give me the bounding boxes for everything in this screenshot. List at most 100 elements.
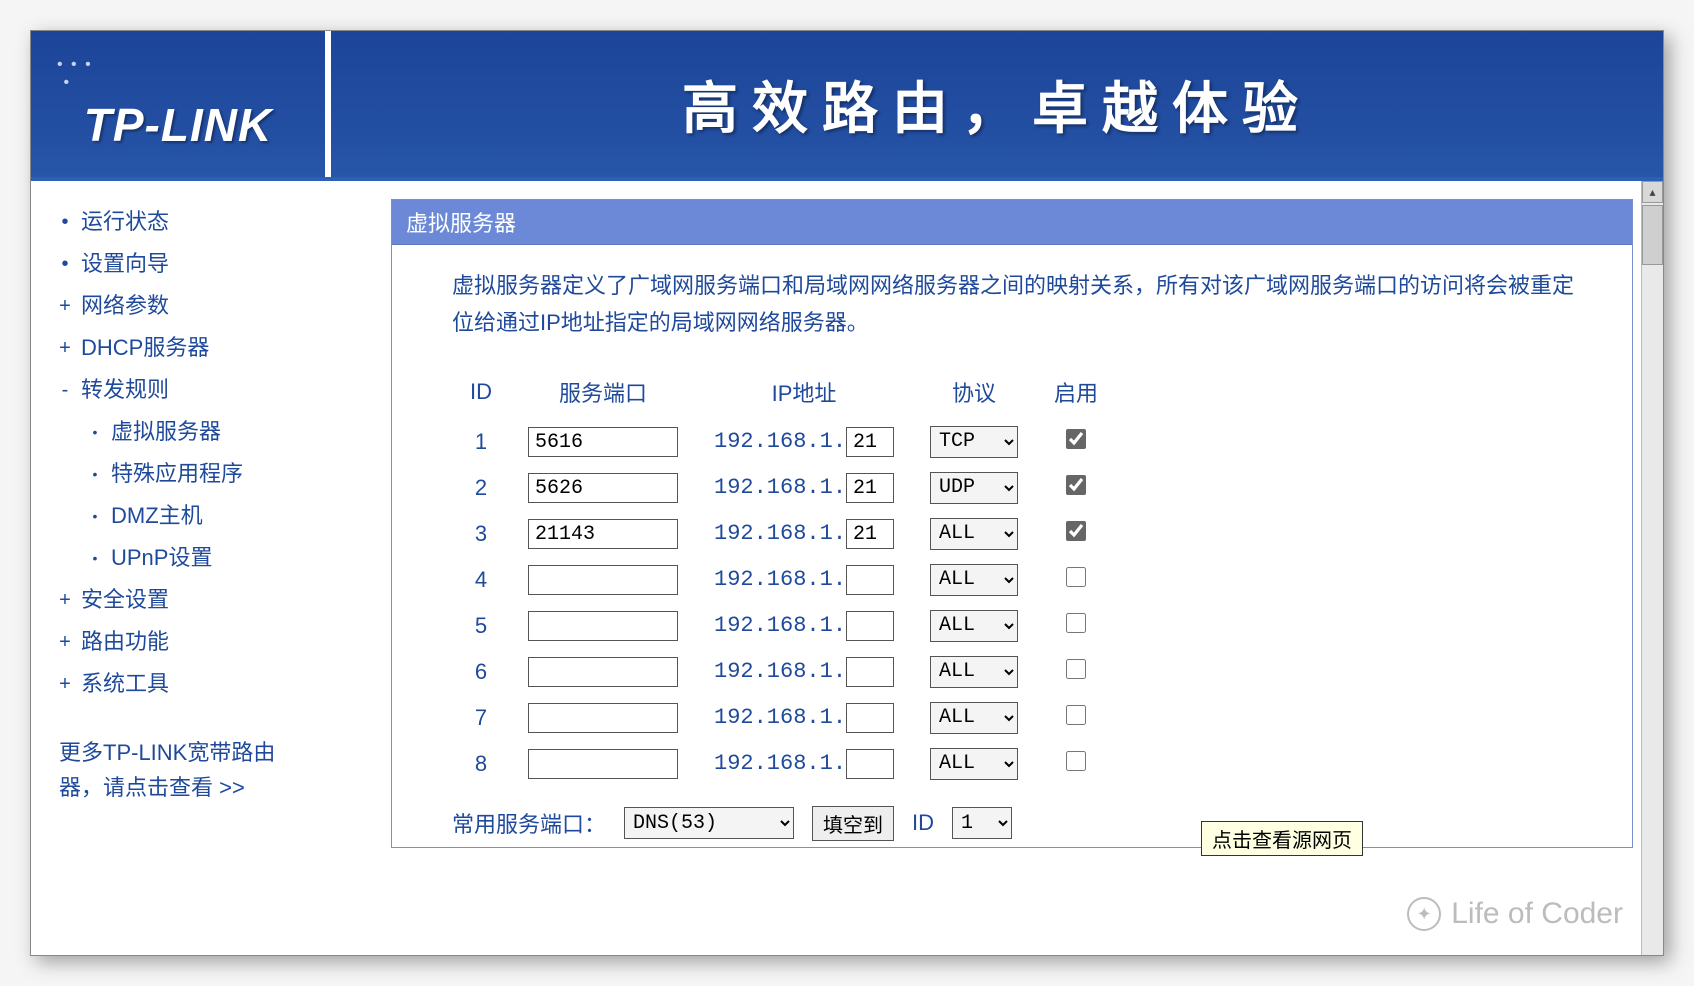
ip-last-octet-input[interactable] — [846, 611, 894, 641]
panel-title: 虚拟服务器 — [392, 200, 1632, 245]
row-id: 7 — [452, 700, 510, 736]
row-id: 8 — [452, 746, 510, 782]
expand-icon: + — [59, 632, 71, 652]
slogan-text: 高效路由，卓越体验 — [682, 64, 1312, 145]
protocol-select[interactable]: UDP — [930, 472, 1018, 504]
fill-id-select[interactable]: 1 — [952, 807, 1012, 839]
protocol-select[interactable]: ALL — [930, 610, 1018, 642]
col-enable: 启用 — [1036, 376, 1116, 414]
virtual-server-panel: 虚拟服务器 虚拟服务器定义了广域网服务端口和局域网网络服务器之间的映射关系，所有… — [391, 199, 1633, 848]
enable-checkbox[interactable] — [1066, 567, 1086, 587]
sidebar-item-9[interactable]: + 安全设置 — [59, 589, 331, 611]
sidebar-item-1[interactable]: •设置向导 — [59, 253, 331, 275]
common-port-select[interactable]: DNS(53) — [624, 807, 794, 839]
sidebar-item-0[interactable]: • 运行状态 — [59, 211, 331, 233]
dot-icon: • — [89, 551, 101, 565]
logo-text: TP-LINK — [84, 98, 272, 152]
service-port-input[interactable] — [528, 611, 678, 641]
ip-prefix: 192.168.1. — [714, 705, 846, 730]
col-port: 服务端口 — [510, 376, 696, 414]
sidebar-item-5[interactable]: •虚拟服务器 — [59, 421, 331, 443]
ip-prefix: 192.168.1. — [714, 475, 846, 500]
sidebar-item-label: 网络参数 — [81, 295, 169, 317]
table-row: 3192.168.1.ALL — [452, 516, 1116, 552]
dot-icon: • — [59, 212, 71, 232]
ip-last-octet-input[interactable] — [846, 427, 894, 457]
body: •运行状态•设置向导+网络参数+DHCP服务器-转发规则•虚拟服务器•特殊应用程… — [31, 181, 1663, 951]
sidebar-item-label: 特殊应用程序 — [111, 463, 243, 485]
ip-prefix: 192.168.1. — [714, 751, 846, 776]
sidebar-item-6[interactable]: • 特殊应用程序 — [59, 463, 331, 485]
slogan-area: 高效路由，卓越体验 — [331, 31, 1663, 177]
protocol-select[interactable]: ALL — [930, 656, 1018, 688]
ip-last-octet-input[interactable] — [846, 749, 894, 779]
sidebar-item-4[interactable]: -转发规则 — [59, 379, 331, 401]
vertical-scrollbar[interactable]: ▴ — [1641, 181, 1663, 955]
ip-last-octet-input[interactable] — [846, 519, 894, 549]
enable-checkbox[interactable] — [1066, 613, 1086, 633]
common-port-row: 常用服务端口： DNS(53) 填空到 ID 1 — [452, 806, 1582, 841]
scroll-up-arrow[interactable]: ▴ — [1642, 181, 1663, 203]
ip-last-octet-input[interactable] — [846, 703, 894, 733]
row-id: 6 — [452, 654, 510, 690]
service-port-input[interactable] — [528, 749, 678, 779]
enable-checkbox[interactable] — [1066, 429, 1086, 449]
expand-icon: + — [59, 338, 71, 358]
dot-icon: • — [59, 254, 71, 274]
row-id: 4 — [452, 562, 510, 598]
sidebar-item-3[interactable]: + DHCP服务器 — [59, 337, 331, 359]
logo-decoration: • • • • — [57, 56, 93, 92]
protocol-select[interactable]: ALL — [930, 748, 1018, 780]
expand-icon: + — [59, 296, 71, 316]
row-id: 1 — [452, 424, 510, 460]
sidebar-item-label: DHCP服务器 — [81, 337, 209, 359]
sidebar-more-link[interactable]: 更多TP-LINK宽带路由器，请点击查看 >> — [59, 735, 331, 805]
sidebar-item-11[interactable]: +系统工具 — [59, 673, 331, 695]
ip-prefix: 192.168.1. — [714, 567, 846, 592]
enable-checkbox[interactable] — [1066, 751, 1086, 771]
row-id: 5 — [452, 608, 510, 644]
app-window: • • • • TP-LINK 高效路由，卓越体验 • 运行状态 •设置向导 + 网络参… — [30, 30, 1664, 956]
row-id: 3 — [452, 516, 510, 552]
table-row: 2 192.168.1. UDP — [452, 470, 1116, 506]
sidebar-item-label: UPnP设置 — [111, 547, 212, 569]
service-port-input[interactable] — [528, 427, 678, 457]
sidebar-item-label: 安全设置 — [81, 589, 169, 611]
service-port-input[interactable] — [528, 565, 678, 595]
ip-last-octet-input[interactable] — [846, 657, 894, 687]
header: • • • • TP-LINK 高效路由，卓越体验 — [31, 31, 1663, 181]
source-link-tooltip: 点击查看源网页 — [1201, 821, 1363, 856]
enable-checkbox[interactable] — [1066, 659, 1086, 679]
service-port-input[interactable] — [528, 657, 678, 687]
fill-to-button[interactable]: 填空到 — [812, 806, 894, 841]
protocol-select[interactable]: TCP — [930, 426, 1018, 458]
sidebar-item-label: 系统工具 — [81, 673, 169, 695]
scroll-thumb[interactable] — [1642, 205, 1663, 265]
enable-checkbox[interactable] — [1066, 475, 1086, 495]
service-port-input[interactable] — [528, 703, 678, 733]
sidebar-item-2[interactable]: + 网络参数 — [59, 295, 331, 317]
protocol-select[interactable]: ALL — [930, 518, 1018, 550]
sidebar-item-10[interactable]: +路由功能 — [59, 631, 331, 653]
ip-last-octet-input[interactable] — [846, 565, 894, 595]
ip-prefix: 192.168.1. — [714, 659, 846, 684]
table-row: 4 192.168.1. ALL — [452, 562, 1116, 598]
service-port-input[interactable] — [528, 473, 678, 503]
sidebar-item-label: 运行状态 — [81, 211, 169, 233]
ip-last-octet-input[interactable] — [846, 473, 894, 503]
logo-area: • • • • TP-LINK — [31, 31, 331, 177]
dot-icon: • — [89, 467, 101, 481]
sidebar-item-7[interactable]: •DMZ主机 — [59, 505, 331, 527]
service-port-input[interactable] — [528, 519, 678, 549]
sidebar-item-8[interactable]: • UPnP设置 — [59, 547, 331, 569]
row-id: 2 — [452, 470, 510, 506]
expand-icon: + — [59, 590, 71, 610]
protocol-select[interactable]: ALL — [930, 564, 1018, 596]
panel-description: 虚拟服务器定义了广域网服务端口和局域网网络服务器之间的映射关系，所有对该广域网服… — [452, 267, 1582, 342]
table-row: 8 192.168.1. ALL — [452, 746, 1116, 782]
table-row: 1192.168.1.TCP — [452, 424, 1116, 460]
collapse-icon: - — [59, 380, 71, 400]
enable-checkbox[interactable] — [1066, 521, 1086, 541]
enable-checkbox[interactable] — [1066, 705, 1086, 725]
protocol-select[interactable]: ALL — [930, 702, 1018, 734]
